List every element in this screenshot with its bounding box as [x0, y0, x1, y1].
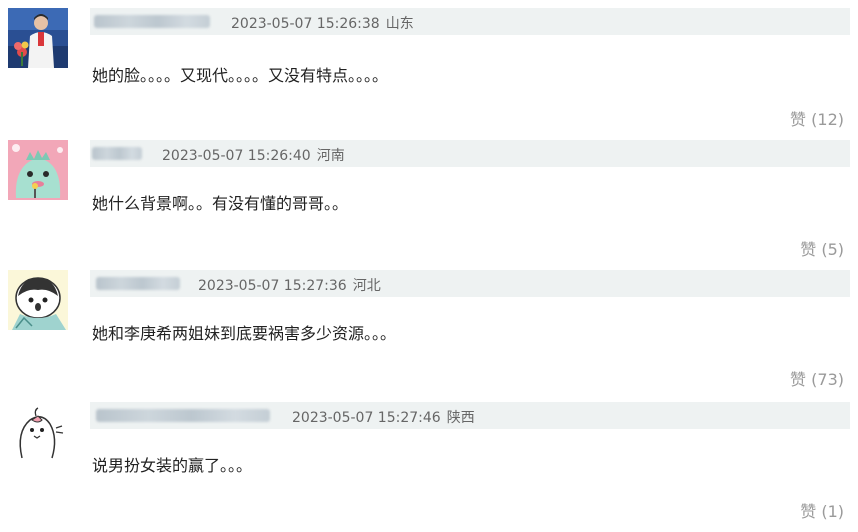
username-blurred[interactable]: [92, 147, 142, 160]
comment-item: 2023-05-07 15:27:46 陕西 说男扮女装的赢了。。。 赞 (1): [0, 402, 858, 530]
like-button[interactable]: 赞 (73): [790, 366, 844, 390]
comment-location: 河北: [352, 278, 381, 294]
comment-header: 2023-05-07 15:27:46 陕西: [90, 402, 850, 429]
username-blurred[interactable]: [96, 409, 270, 422]
comment-header: 2023-05-07 15:26:40 河南: [90, 140, 850, 167]
like-count: (1): [821, 502, 844, 521]
comment-timestamp: 2023-05-07 15:26:40: [162, 148, 311, 164]
comment-timestamp: 2023-05-07 15:26:38: [231, 16, 380, 32]
like-count: (5): [821, 240, 844, 259]
comment-text: 她什么背景啊。。有没有懂的哥哥。。: [92, 194, 349, 213]
comment-item: 2023-05-07 15:26:38 山东 她的脸。。。。又现代。。。。又没有特…: [0, 8, 858, 133]
comment-timestamp: 2023-05-07 15:27:46: [292, 410, 441, 426]
comment-meta: 2023-05-07 15:26:40 河南: [162, 145, 345, 165]
comment-text: 她和李庚希两姐妹到底要祸害多少资源。。。: [92, 324, 397, 343]
like-label: 赞: [790, 110, 807, 129]
like-label: 赞: [800, 502, 817, 521]
user-avatar[interactable]: [8, 140, 68, 200]
sketch-bird-avatar-icon: [8, 402, 68, 462]
like-label: 赞: [800, 240, 817, 259]
like-count: (73): [811, 370, 844, 389]
comment-header: 2023-05-07 15:27:36 河北: [90, 270, 850, 297]
comment-meta: 2023-05-07 15:27:36 河北: [198, 275, 381, 295]
username-blurred[interactable]: [94, 15, 210, 28]
user-avatar[interactable]: [8, 402, 68, 462]
comment-item: 2023-05-07 15:26:40 河南 她什么背景啊。。有没有懂的哥哥。。 …: [0, 140, 858, 265]
like-count: (12): [811, 110, 844, 129]
comment-meta: 2023-05-07 15:27:46 陕西: [292, 407, 475, 427]
comment-location: 河南: [316, 148, 345, 164]
username-blurred[interactable]: [96, 277, 180, 290]
comment-meta: 2023-05-07 15:26:38 山东: [231, 13, 414, 33]
cartoon-dinosaur-avatar-icon: [8, 140, 68, 200]
user-avatar[interactable]: [8, 270, 68, 330]
like-label: 赞: [790, 370, 807, 389]
comment-location: 山东: [385, 16, 414, 32]
like-button[interactable]: 赞 (5): [800, 236, 844, 260]
athlete-photo-avatar-icon: [8, 8, 68, 68]
comment-text: 她的脸。。。。又现代。。。。又没有特点。。。。: [92, 66, 389, 85]
cartoon-penguin-avatar-icon: [8, 270, 68, 330]
user-avatar[interactable]: [8, 8, 68, 68]
like-button[interactable]: 赞 (12): [790, 106, 844, 130]
like-button[interactable]: 赞 (1): [800, 498, 844, 522]
comment-item: 2023-05-07 15:27:36 河北 她和李庚希两姐妹到底要祸害多少资源。…: [0, 270, 858, 395]
comment-timestamp: 2023-05-07 15:27:36: [198, 278, 347, 294]
comment-header: 2023-05-07 15:26:38 山东: [90, 8, 850, 35]
comment-text: 说男扮女装的赢了。。。: [92, 456, 253, 475]
comment-location: 陕西: [446, 410, 475, 426]
